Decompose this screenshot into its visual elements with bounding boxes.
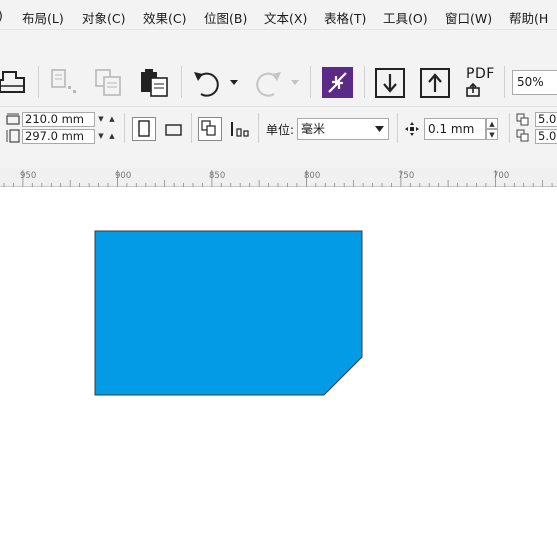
- ruler-ticks: [3, 170, 553, 187]
- copy-icon[interactable]: [94, 68, 124, 98]
- menu-item-bitmaps[interactable]: 位图(B): [204, 8, 247, 27]
- toolbar-gap: [0, 150, 557, 168]
- duplicate-y-field[interactable]: 5.0: [535, 129, 557, 144]
- toolbar-separator: [397, 113, 398, 143]
- page-width-field[interactable]: 210.0 mm: [22, 112, 95, 127]
- menu-item-tools[interactable]: 工具(O): [383, 8, 428, 27]
- chevron-down-icon: [375, 126, 384, 132]
- menu-bar: ) 布局(L) 对象(C) 效果(C) 位图(B) 文本(X) 表格(T) 工具…: [0, 0, 557, 30]
- duplicate-x-field[interactable]: 5.0: [535, 112, 557, 127]
- redo-dropdown-icon[interactable]: [290, 78, 300, 86]
- toolbar-separator: [258, 113, 259, 143]
- units-label: 单位:: [266, 123, 295, 137]
- undo-icon[interactable]: [192, 68, 222, 100]
- page-width-icon: [6, 113, 20, 125]
- page-height-icon: [6, 129, 20, 143]
- nudge-down-spinner[interactable]: ▼: [486, 129, 498, 140]
- toolbar-separator: [191, 113, 192, 143]
- pdf-label: PDF: [466, 66, 495, 82]
- paste-icon[interactable]: [139, 68, 169, 98]
- redo-icon[interactable]: [253, 68, 283, 100]
- ruler-label: 800: [304, 171, 321, 181]
- page-width-up-spinner[interactable]: ▲: [106, 112, 118, 127]
- all-pages-icon[interactable]: [198, 117, 222, 141]
- toolbar-separator: [124, 113, 125, 143]
- nudge-up-spinner[interactable]: ▲: [486, 118, 498, 129]
- property-bar: 210.0 mm ▼ ▲ 297.0 mm ▼ ▲ 单位: 毫米 0.1 mm …: [0, 106, 557, 150]
- publish-pdf-button[interactable]: PDF: [464, 66, 498, 100]
- chamfered-rectangle-shape[interactable]: [94, 230, 363, 396]
- print-icon[interactable]: [0, 68, 28, 96]
- landscape-orientation-icon[interactable]: [162, 117, 186, 141]
- horizontal-ruler[interactable]: 950 900 850 800 750 700: [0, 168, 557, 187]
- duplicate-y-icon: [516, 129, 529, 142]
- page-height-up-spinner[interactable]: ▲: [106, 129, 118, 144]
- menu-item-window[interactable]: 窗口(W): [445, 8, 492, 27]
- toolbar-separator: [509, 113, 510, 143]
- units-value: 毫米: [301, 122, 326, 136]
- page-height-field[interactable]: 297.0 mm: [22, 129, 95, 144]
- search-content-icon[interactable]: [322, 67, 353, 98]
- ruler-label: 900: [115, 171, 132, 181]
- nudge-distance-field[interactable]: 0.1 mm: [424, 118, 486, 140]
- menu-item-help[interactable]: 帮助(H: [509, 8, 548, 27]
- menu-item-object[interactable]: 对象(C): [82, 8, 125, 27]
- drawing-canvas[interactable]: [0, 187, 557, 551]
- units-select[interactable]: 毫米: [297, 118, 389, 140]
- menu-item-text[interactable]: 文本(X): [264, 8, 307, 27]
- duplicate-x-icon: [516, 113, 529, 126]
- toolbar-separator: [181, 66, 182, 98]
- zoom-level-field[interactable]: 50%: [512, 70, 557, 95]
- standard-toolbar: PDF 50%: [0, 30, 557, 106]
- ruler-label: 950: [20, 171, 37, 181]
- current-page-icon[interactable]: [228, 117, 252, 141]
- menu-item-table[interactable]: 表格(T): [324, 8, 366, 27]
- toolbar-separator: [364, 66, 365, 98]
- cut-icon[interactable]: [50, 68, 80, 98]
- pdf-export-icon: [466, 83, 480, 97]
- toolbar-separator: [310, 66, 311, 98]
- ruler-label: 750: [398, 171, 415, 181]
- nudge-distance-icon: [405, 122, 419, 136]
- ruler-label: 850: [209, 171, 226, 181]
- toolbar-separator: [504, 66, 505, 98]
- canvas-svg: [94, 230, 363, 396]
- undo-dropdown-icon[interactable]: [229, 78, 239, 86]
- import-icon[interactable]: [375, 68, 405, 98]
- portrait-orientation-icon[interactable]: [132, 117, 156, 141]
- menu-item-layout[interactable]: 布局(L): [22, 8, 64, 27]
- menu-item-effects[interactable]: 效果(C): [143, 8, 186, 27]
- toolbar-separator: [38, 66, 39, 98]
- export-icon[interactable]: [420, 68, 450, 98]
- ruler-label: 700: [493, 171, 510, 181]
- menu-item-partial[interactable]: ): [0, 8, 3, 23]
